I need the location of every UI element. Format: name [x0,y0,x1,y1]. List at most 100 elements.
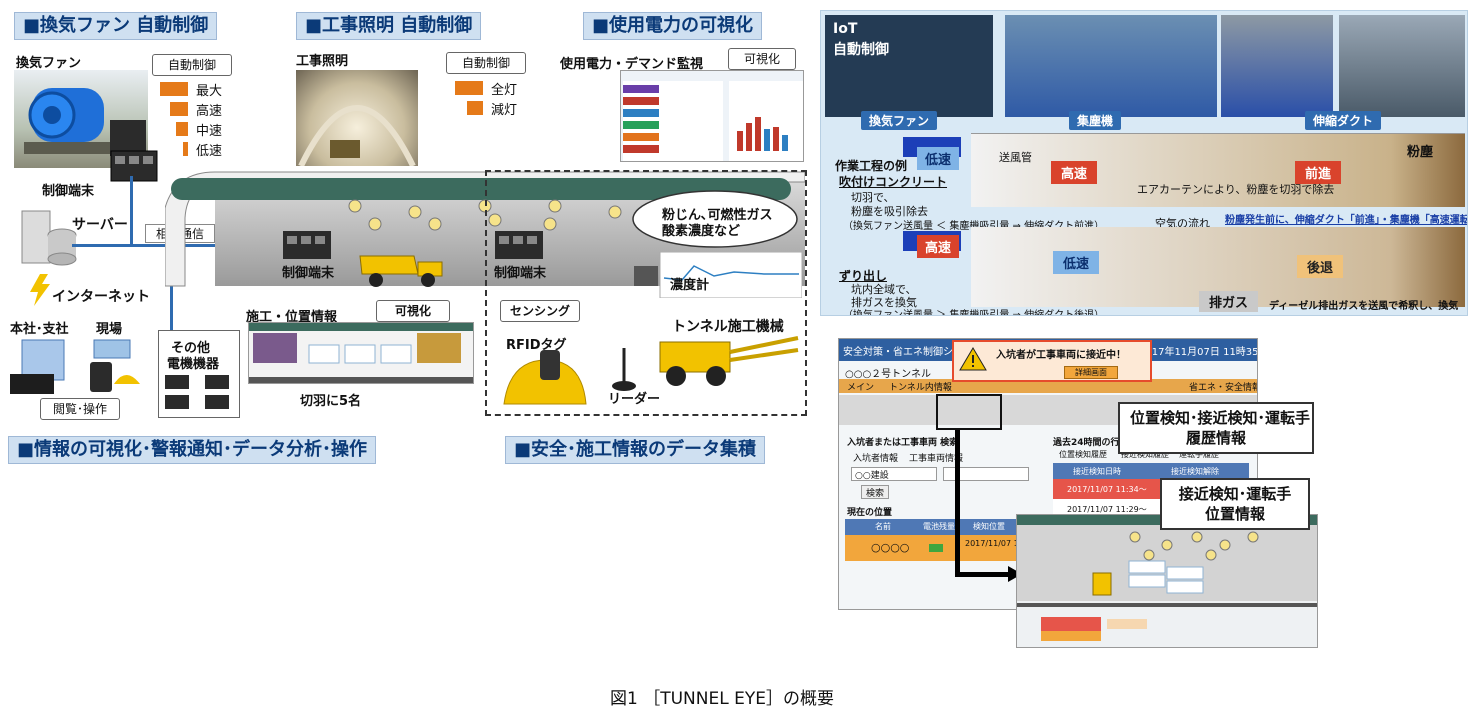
zoomed-position-illustration [1017,515,1317,641]
position-info-screenshot [248,322,474,384]
power-monitor-illustration [623,81,803,161]
search-title: 入坑者または工事車両 検索 [847,438,959,448]
gas-bubble-line2: 酸素濃度など [662,224,741,239]
dump-truck-icon [359,255,443,287]
other-devices-sub: 電機機器 [167,357,220,372]
header-power-visual: ■使用電力の可視化 [583,12,763,40]
lighting-illustration [298,105,416,166]
helmet-rfid-icon [503,350,587,405]
iot-photo-tunnel [1339,15,1465,117]
fan-level-high: 高速 [160,99,222,119]
fan-auto-box: 自動制御 [152,54,232,76]
highlight-box [936,394,1002,430]
history-callout-line1: 位置検知･接近検知･運転手 [1130,409,1311,427]
tunnel-terminal-right-label: 制御端末 [494,266,547,281]
position-callout-line2: 位置情報 [1204,505,1265,523]
detail-button[interactable]: 詳細画面 [1064,366,1118,379]
tab-tunnel-info[interactable]: トンネル内情報 [889,380,952,393]
alert-text: 入坑者が工事車両に接近中！ [996,350,1126,361]
tab-safety-info[interactable]: 省エネ・安全情報 [1189,380,1257,393]
lighting-level-legend: 全灯 減灯 [455,78,517,118]
iot-exhaust-label: 排ガス [1199,291,1259,312]
radio-person[interactable]: 入坑者情報 [853,451,898,464]
iot-upper-low: 低速 [917,147,960,170]
gas-meter-label: 濃度計 [670,278,710,293]
iot-collector-label: 集塵機 [1069,111,1122,130]
position-callout-line1: 接近検知･運転手 [1178,485,1292,503]
figure-caption: 図1 ［TUNNEL EYE］の概要 [610,689,834,709]
position-visual-box: 可視化 [376,300,450,322]
lighting-level-full: 全灯 [455,78,517,98]
history-opt-position[interactable]: 位置検知履歴 [1059,449,1107,460]
face-count-label: 切羽に5名 [300,394,362,409]
office-devices-icon [10,339,140,394]
fan-level-max: 最大 [160,79,222,99]
fan-level-legend: 最大 高速 中速 低速 [160,79,222,159]
power-visual-box: 可視化 [728,48,796,70]
iot-lower-backward: 後退 [1297,255,1344,278]
gas-meter-graph [634,252,802,298]
arrow-line-v [955,430,960,576]
fan-terminal-label: 制御端末 [42,184,95,199]
position-table-row[interactable]: ○○○○ 2017/11/07 10:52 [845,535,1045,561]
iot-process-label: 作業工程の例 [835,159,908,173]
iot-photo-collector [1005,15,1217,117]
reader-antenna-icon [612,348,636,391]
iot-lower-low: 低速 [1053,251,1100,274]
header-info-visual: ■情報の可視化･警報通知･データ分析･操作 [8,436,377,464]
history-callout: 位置検知･接近検知･運転手 履歴情報 [1118,402,1314,454]
position-table-header: 名前 電池残量 検知位置 [845,519,1045,535]
iot-spray-title: 吹付けコンクリート [839,175,948,189]
fan-label: 換気ファン [16,56,82,71]
tunnel-terminal-left-icon [283,231,331,259]
hist-col2: 接近検知解除 [1171,467,1219,476]
reader-label: リーダー [608,392,661,407]
view-operate-box: 閲覧･操作 [40,398,120,420]
iot-upper-high: 高速 [1051,161,1098,184]
approach-alert-popup: 入坑者が工事車両に接近中！ 詳細画面 [952,340,1152,382]
tab-main[interactable]: メイン [847,380,874,393]
iot-fan-label: 換気ファン [861,111,938,130]
iot-photo-duct [1221,15,1333,117]
header-safety-data: ■安全･施工情報のデータ集積 [505,436,766,464]
iot-dust-note: 粉塵発生前に、伸縮ダクト「前進」・集塵機「高速運転」 [1225,215,1468,226]
lighting-auto-box: 自動制御 [446,52,526,74]
lighting-label: 工事照明 [296,54,349,69]
company-select[interactable]: ○○建設 [851,467,937,481]
other-devices-icons [165,375,229,409]
fan-level-mid: 中速 [160,119,222,139]
fan-level-low: 低速 [160,139,222,159]
lighting-photo [296,70,418,166]
position-callout: 接近検知･運転手 位置情報 [1160,478,1310,530]
iot-pipe-label: 送風管 [999,151,1032,164]
power-monitor-screenshot [620,70,804,162]
row-name: ○○○○ [871,541,910,554]
server-icon [21,210,77,266]
arrow-line-h [955,572,1011,577]
iot-control-panel: IoT 自動制御 換気ファン 集塵機 伸縮ダクト 作業工程の例 低速 送風管 高… [820,10,1468,316]
search-button[interactable]: 検索 [861,485,889,499]
zoomed-position-screenshot [1016,514,1318,648]
server-label: サーバー [72,217,128,233]
current-position-title: 現在の位置 [847,508,893,518]
site-label: 現場 [96,322,123,337]
battery-icon [929,544,943,552]
warning-icon [959,347,987,371]
network-line-v1 [130,176,133,246]
history-callout-line2: 履歴情報 [1185,429,1246,447]
iot-title-1: IoT [833,21,858,37]
fan-terminal-icon [110,150,158,182]
hq-label: 本社･支社 [10,322,69,337]
iot-curtain-label: エアカーテンにより、粉塵を切羽で除去 [1137,183,1335,196]
tunnel-machine-icon [659,336,799,386]
iot-lower-high: 高速 [917,235,960,258]
iot-muck-3: （換気ファン送風量 ＞ 集塵機吸引量 ⇒ 伸縮ダクト後退） [843,310,1105,316]
header-lighting-control: ■工事照明 自動制御 [296,12,482,40]
iot-dust-label: 粉塵 [1407,145,1434,160]
history-table-header: 接近検知日時 接近検知解除 [1053,463,1249,479]
col-position: 検知位置 [973,522,1005,531]
tunnel-terminal-left-label: 制御端末 [282,266,335,281]
internet-label: インターネット [52,289,150,305]
system-ui-datetime: 2017年11月07日 11時35分50秒 [1139,347,1258,358]
hist-col1: 接近検知日時 [1073,467,1121,476]
